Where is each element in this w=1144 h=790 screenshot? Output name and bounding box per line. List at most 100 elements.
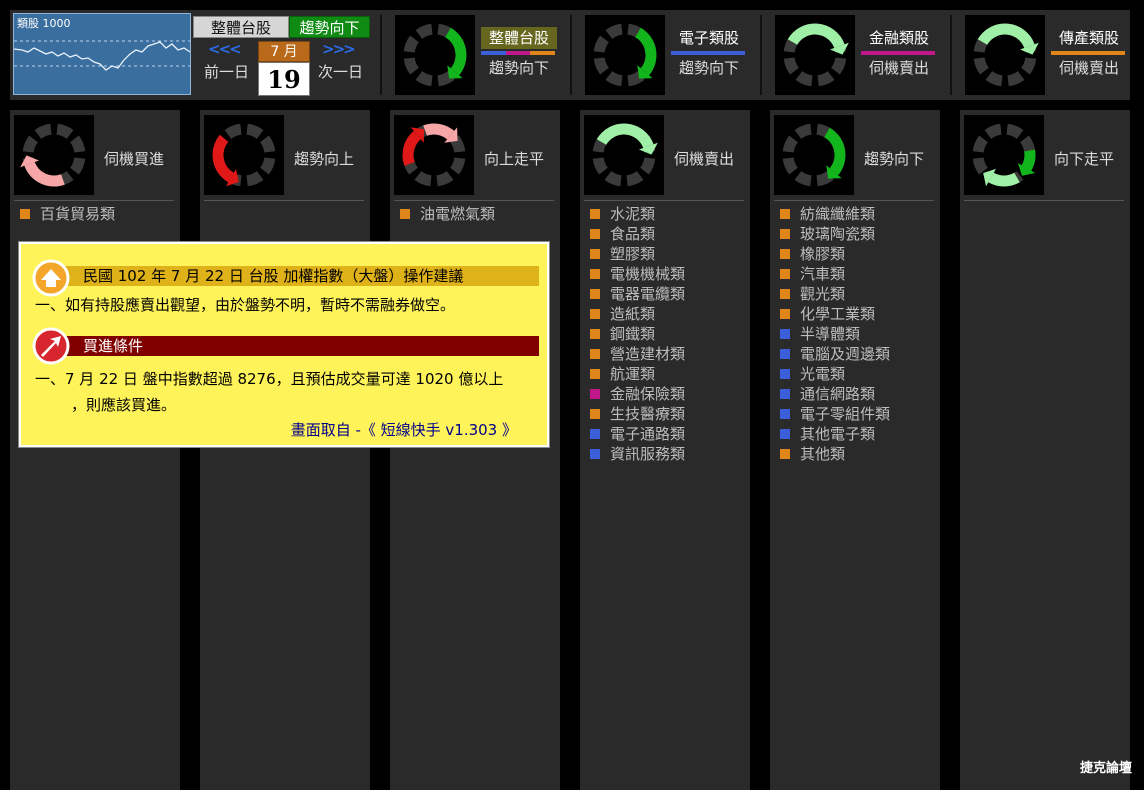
sector-color-swatch: [590, 229, 600, 239]
sector-group-trend: 伺機賣出: [868, 59, 929, 77]
sector-list: 水泥類 食品類塑膠類電機機械類電器電纜類 造紙類 鋼鐵類 營造建材類航運類 金融保險類 生技…: [590, 204, 685, 464]
market-trend-badge[interactable]: 趨勢向下: [289, 16, 370, 38]
sector-color-swatch: [780, 329, 790, 339]
sector-item[interactable]: 生技醫療類: [590, 404, 685, 424]
prev-day-button[interactable]: 前一日: [204, 61, 249, 82]
cycle-down-icon: [585, 15, 665, 95]
trend-column: 伺機買進百貨貿易類: [10, 110, 180, 790]
advice-popup[interactable]: 民國 102 年 7 月 22 日 台股 加權指數（大盤）操作建議 一、如有持股…: [18, 241, 550, 448]
sector-item-label: 百貨貿易類: [40, 205, 116, 223]
sector-item-label: 化學工業類: [800, 305, 876, 323]
sector-item-label: 電器電纜類: [610, 285, 686, 303]
sector-item[interactable]: 金融保險類: [590, 384, 685, 404]
trend-column-title: 伺機買進: [104, 150, 165, 168]
sector-item[interactable]: 化學工業類: [780, 304, 890, 324]
sector-item[interactable]: 造紙類: [590, 304, 685, 324]
sector-group[interactable]: 電子類股 趨勢向下: [585, 15, 755, 95]
sector-item[interactable]: 其他電子類: [780, 424, 890, 444]
sector-color-swatch: [780, 429, 790, 439]
trend-column-header[interactable]: 伺機賣出: [584, 114, 746, 196]
sector-item-label: 光電類: [800, 365, 846, 383]
sector-item-label: 其他電子類: [800, 425, 876, 443]
sector-color-bar: [1051, 51, 1125, 55]
sector-item[interactable]: 油電燃氣類: [400, 204, 495, 224]
sector-group[interactable]: 整體台股 趨勢向下: [395, 15, 565, 95]
sector-group-name[interactable]: 傳產類股: [1051, 27, 1127, 49]
trend-column-title: 伺機賣出: [674, 150, 735, 168]
sector-item[interactable]: 電機機械類: [590, 264, 685, 284]
sector-item[interactable]: 半導體類: [780, 324, 890, 344]
divider: [950, 15, 952, 95]
sector-item[interactable]: 百貨貿易類: [20, 204, 115, 224]
trend-column: 向上走平油電燃氣類: [390, 110, 560, 790]
sector-item[interactable]: 光電類: [780, 364, 890, 384]
sector-color-swatch: [20, 209, 30, 219]
sector-list: 油電燃氣類: [400, 204, 495, 224]
trend-column-header[interactable]: 趨勢向下: [774, 114, 936, 196]
market-name-button[interactable]: 整體台股: [193, 16, 289, 38]
cycle-down-icon: [395, 15, 475, 95]
trend-column-header[interactable]: 向上走平: [394, 114, 556, 196]
column-divider: [584, 200, 744, 201]
trend-column-header[interactable]: 向下走平: [964, 114, 1126, 196]
sector-item[interactable]: 通信網路類: [780, 384, 890, 404]
trend-column-header[interactable]: 趨勢向上: [204, 114, 366, 196]
cycle-upflat-icon: [394, 115, 474, 195]
sector-item[interactable]: 電器電纜類: [590, 284, 685, 304]
sector-item-label: 塑膠類: [610, 245, 656, 263]
column-divider: [774, 200, 934, 201]
sector-color-swatch: [780, 209, 790, 219]
sector-color-swatch: [780, 349, 790, 359]
sector-item[interactable]: 汽車類: [780, 264, 890, 284]
sector-item[interactable]: 紡織纖維類: [780, 204, 890, 224]
month-display[interactable]: 7 月: [258, 41, 310, 62]
cycle-downflat-icon: [964, 115, 1044, 195]
sector-item[interactable]: 其他類: [780, 444, 890, 464]
sector-item[interactable]: 食品類: [590, 224, 685, 244]
sector-item[interactable]: 橡膠類: [780, 244, 890, 264]
sector-color-swatch: [590, 429, 600, 439]
sector-item-label: 電腦及週邊類: [800, 345, 891, 363]
sector-item[interactable]: 資訊服務類: [590, 444, 685, 464]
sector-group[interactable]: 金融類股 伺機賣出: [775, 15, 945, 95]
sector-item[interactable]: 電腦及週邊類: [780, 344, 890, 364]
sector-item[interactable]: 玻璃陶瓷類: [780, 224, 890, 244]
sector-item-label: 食品類: [610, 225, 656, 243]
sector-item-label: 紡織纖維類: [800, 205, 876, 223]
forum-watermark: 捷克論壇: [1079, 761, 1132, 776]
sector-color-swatch: [780, 289, 790, 299]
sector-color-swatch: [400, 209, 410, 219]
advice-title: 民國 102 年 7 月 22 日 台股 加權指數（大盤）操作建議: [83, 267, 464, 285]
mini-index-chart[interactable]: 類股 1000: [13, 13, 191, 95]
next-day-button[interactable]: 次一日: [318, 61, 363, 82]
trend-column-title: 向上走平: [484, 150, 545, 168]
sector-item[interactable]: 鋼鐵類: [590, 324, 685, 344]
prev-day-arrows[interactable]: <<<: [208, 40, 242, 58]
sector-group-name[interactable]: 金融類股: [861, 27, 937, 49]
sector-group[interactable]: 傳產類股 伺機賣出: [965, 15, 1135, 95]
day-display[interactable]: 19: [258, 62, 310, 96]
trend-column-header[interactable]: 伺機買進: [14, 114, 176, 196]
sector-item-label: 航運類: [610, 365, 656, 383]
sector-group-name[interactable]: 整體台股: [481, 27, 557, 49]
next-day-arrows[interactable]: >>>: [322, 40, 356, 58]
sector-color-swatch: [780, 369, 790, 379]
sector-color-swatch: [780, 309, 790, 319]
sector-group-trend: 趨勢向下: [678, 59, 739, 77]
sector-item-label: 電機機械類: [610, 265, 686, 283]
sector-color-swatch: [780, 409, 790, 419]
sector-item[interactable]: 電子零組件類: [780, 404, 890, 424]
sector-color-swatch: [590, 269, 600, 279]
sector-item[interactable]: 水泥類: [590, 204, 685, 224]
sector-color-swatch: [780, 449, 790, 459]
sector-color-bar: [671, 51, 745, 55]
sector-item[interactable]: 觀光類: [780, 284, 890, 304]
trend-column-title: 趨勢向上: [294, 150, 355, 168]
sector-item[interactable]: 航運類: [590, 364, 685, 384]
sector-group-name[interactable]: 電子類股: [671, 27, 747, 49]
sector-item[interactable]: 營造建材類: [590, 344, 685, 364]
sector-color-swatch: [780, 269, 790, 279]
sector-item-label: 營造建材類: [610, 345, 686, 363]
sector-item[interactable]: 塑膠類: [590, 244, 685, 264]
sector-item[interactable]: 電子通路類: [590, 424, 685, 444]
